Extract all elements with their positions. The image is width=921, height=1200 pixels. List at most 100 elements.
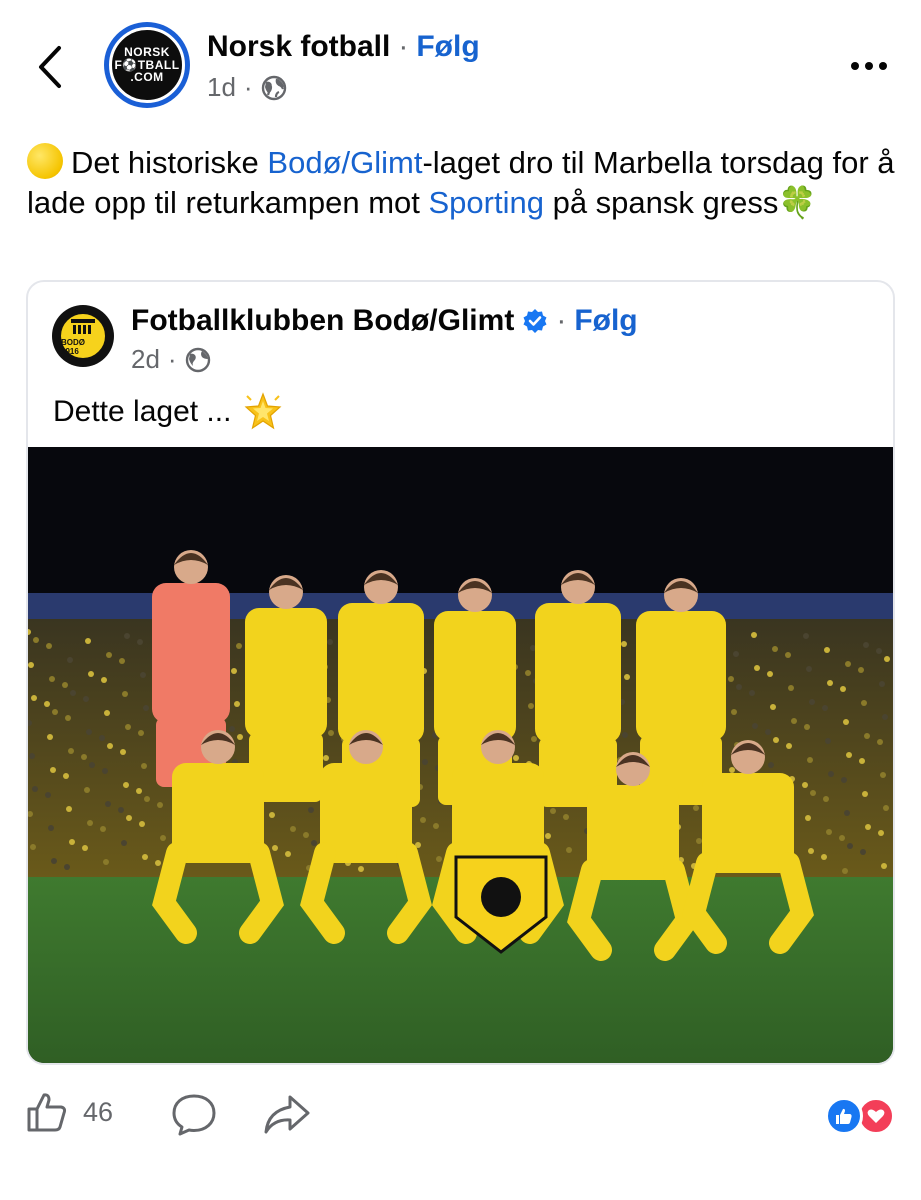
crowd-spectator — [70, 690, 76, 696]
crowd-spectator — [45, 792, 51, 798]
verified-badge-icon — [523, 309, 547, 333]
crowd-spectator — [105, 801, 111, 807]
crowd-spectator — [862, 791, 868, 797]
crowd-spectator — [103, 859, 109, 865]
crowd-spectator — [824, 647, 830, 653]
crowd-spectator — [621, 641, 627, 647]
crowd-spectator — [840, 686, 846, 692]
crowd-spectator — [121, 840, 127, 846]
crowd-spectator — [138, 730, 144, 736]
crowd-spectator — [31, 695, 37, 701]
crowd-spectator — [137, 639, 143, 645]
shared-post-meta: 2d · — [131, 344, 211, 375]
club-avatar[interactable]: BODØ 1916 — [52, 305, 114, 367]
crowd-spectator — [736, 684, 742, 690]
share-button[interactable] — [262, 1092, 312, 1138]
page-avatar[interactable]: NORSK F⚽TBALL .COM — [104, 22, 190, 108]
crowd-spectator — [860, 849, 866, 855]
crowd-spectator — [140, 672, 146, 678]
crowd-spectator — [290, 826, 296, 832]
club-crest-text: BODØ 1916 — [61, 338, 85, 356]
crowd-spectator — [842, 868, 848, 874]
crowd-spectator — [883, 805, 889, 811]
crowd-spectator — [144, 796, 150, 802]
crowd-spectator — [863, 642, 869, 648]
crowd-spectator — [136, 788, 142, 794]
crowd-spectator — [229, 726, 235, 732]
crowd-spectator — [141, 763, 147, 769]
team-photo[interactable] — [28, 447, 893, 1063]
crowd-spectator — [50, 767, 56, 773]
club-follow-button[interactable]: Følg — [574, 304, 637, 338]
club-crest-icon — [71, 319, 95, 334]
crowd-spectator — [731, 709, 737, 715]
crowd-spectator — [100, 826, 106, 832]
crowd-spectator — [822, 705, 828, 711]
back-button[interactable] — [30, 42, 70, 92]
page-name[interactable]: Norsk fotball — [207, 30, 390, 64]
page-avatar-logo: NORSK F⚽TBALL .COM — [109, 27, 185, 103]
crowd-spectator — [51, 858, 57, 864]
crowd-spectator — [33, 637, 39, 643]
yellow-circle-emoji — [27, 143, 63, 179]
follow-button[interactable]: Følg — [416, 30, 479, 64]
crowd-spectator — [106, 652, 112, 658]
crowd-spectator — [433, 823, 439, 829]
club-name[interactable]: Fotballklubben Bodø/Glimt — [131, 304, 514, 338]
crowd-spectator — [768, 762, 774, 768]
crowd-spectator — [104, 710, 110, 716]
crowd-spectator — [231, 668, 237, 674]
like-button[interactable]: 46 — [25, 1090, 113, 1134]
crowd-spectator — [531, 736, 537, 742]
crowd-spectator — [859, 758, 865, 764]
crowd-spectator — [65, 715, 71, 721]
bodo-glimt-link[interactable]: Bodø/Glimt — [267, 145, 422, 180]
thumbs-up-icon — [27, 1093, 67, 1132]
crowd-spectator — [63, 773, 69, 779]
crowd-spectator — [823, 796, 829, 802]
crowd-spectator — [804, 724, 810, 730]
crowd-spectator — [844, 810, 850, 816]
crowd-spectator — [846, 752, 852, 758]
shared-post-time[interactable]: 2d — [131, 344, 160, 375]
crowd-spectator — [101, 677, 107, 683]
team-photo-illustration — [28, 447, 893, 1063]
crowd-spectator — [881, 863, 887, 869]
crowd-spectator — [139, 821, 145, 827]
crowd-spectator — [767, 671, 773, 677]
club-crest: BODØ 1916 — [58, 311, 108, 361]
crowd-spectator — [28, 662, 34, 668]
crowd-spectator — [30, 844, 36, 850]
avatar-text-line-1: NORSK — [124, 45, 170, 60]
crowd-spectator — [821, 854, 827, 860]
post-header: NORSK F⚽TBALL .COM Norsk fotball · Følg … — [0, 0, 921, 130]
reaction-summary[interactable] — [825, 1097, 899, 1135]
crowd-spectator — [81, 754, 87, 760]
post-time[interactable]: 1d — [207, 72, 236, 103]
crowd-spectator — [861, 700, 867, 706]
shared-post-card[interactable]: BODØ 1916 Fotballklubben Bodø/Glimt · Fø… — [26, 280, 895, 1065]
comment-icon — [172, 1094, 216, 1136]
crowd-spectator — [879, 681, 885, 687]
glowing-star-icon — [244, 392, 282, 430]
crowd-spectator — [303, 832, 309, 838]
crowd-spectator — [847, 843, 853, 849]
sporting-link[interactable]: Sporting — [429, 185, 544, 220]
like-count[interactable]: 46 — [83, 1097, 113, 1128]
crowd-spectator — [122, 691, 128, 697]
crowd-spectator — [791, 718, 797, 724]
crowd-spectator — [328, 730, 334, 736]
crowd-spectator — [845, 661, 851, 667]
crowd-spectator — [68, 748, 74, 754]
crowd-spectator — [234, 701, 240, 707]
crowd-spectator — [802, 782, 808, 788]
more-options-button[interactable] — [847, 48, 891, 84]
avatar-text-line-3: .COM — [130, 70, 164, 85]
crowd-spectator — [420, 817, 426, 823]
crowd-spectator — [327, 639, 333, 645]
chevron-left-icon — [39, 46, 61, 88]
globe-icon — [261, 75, 286, 100]
crowd-spectator — [120, 749, 126, 755]
crowd-spectator — [825, 738, 831, 744]
comment-button[interactable] — [170, 1092, 218, 1138]
